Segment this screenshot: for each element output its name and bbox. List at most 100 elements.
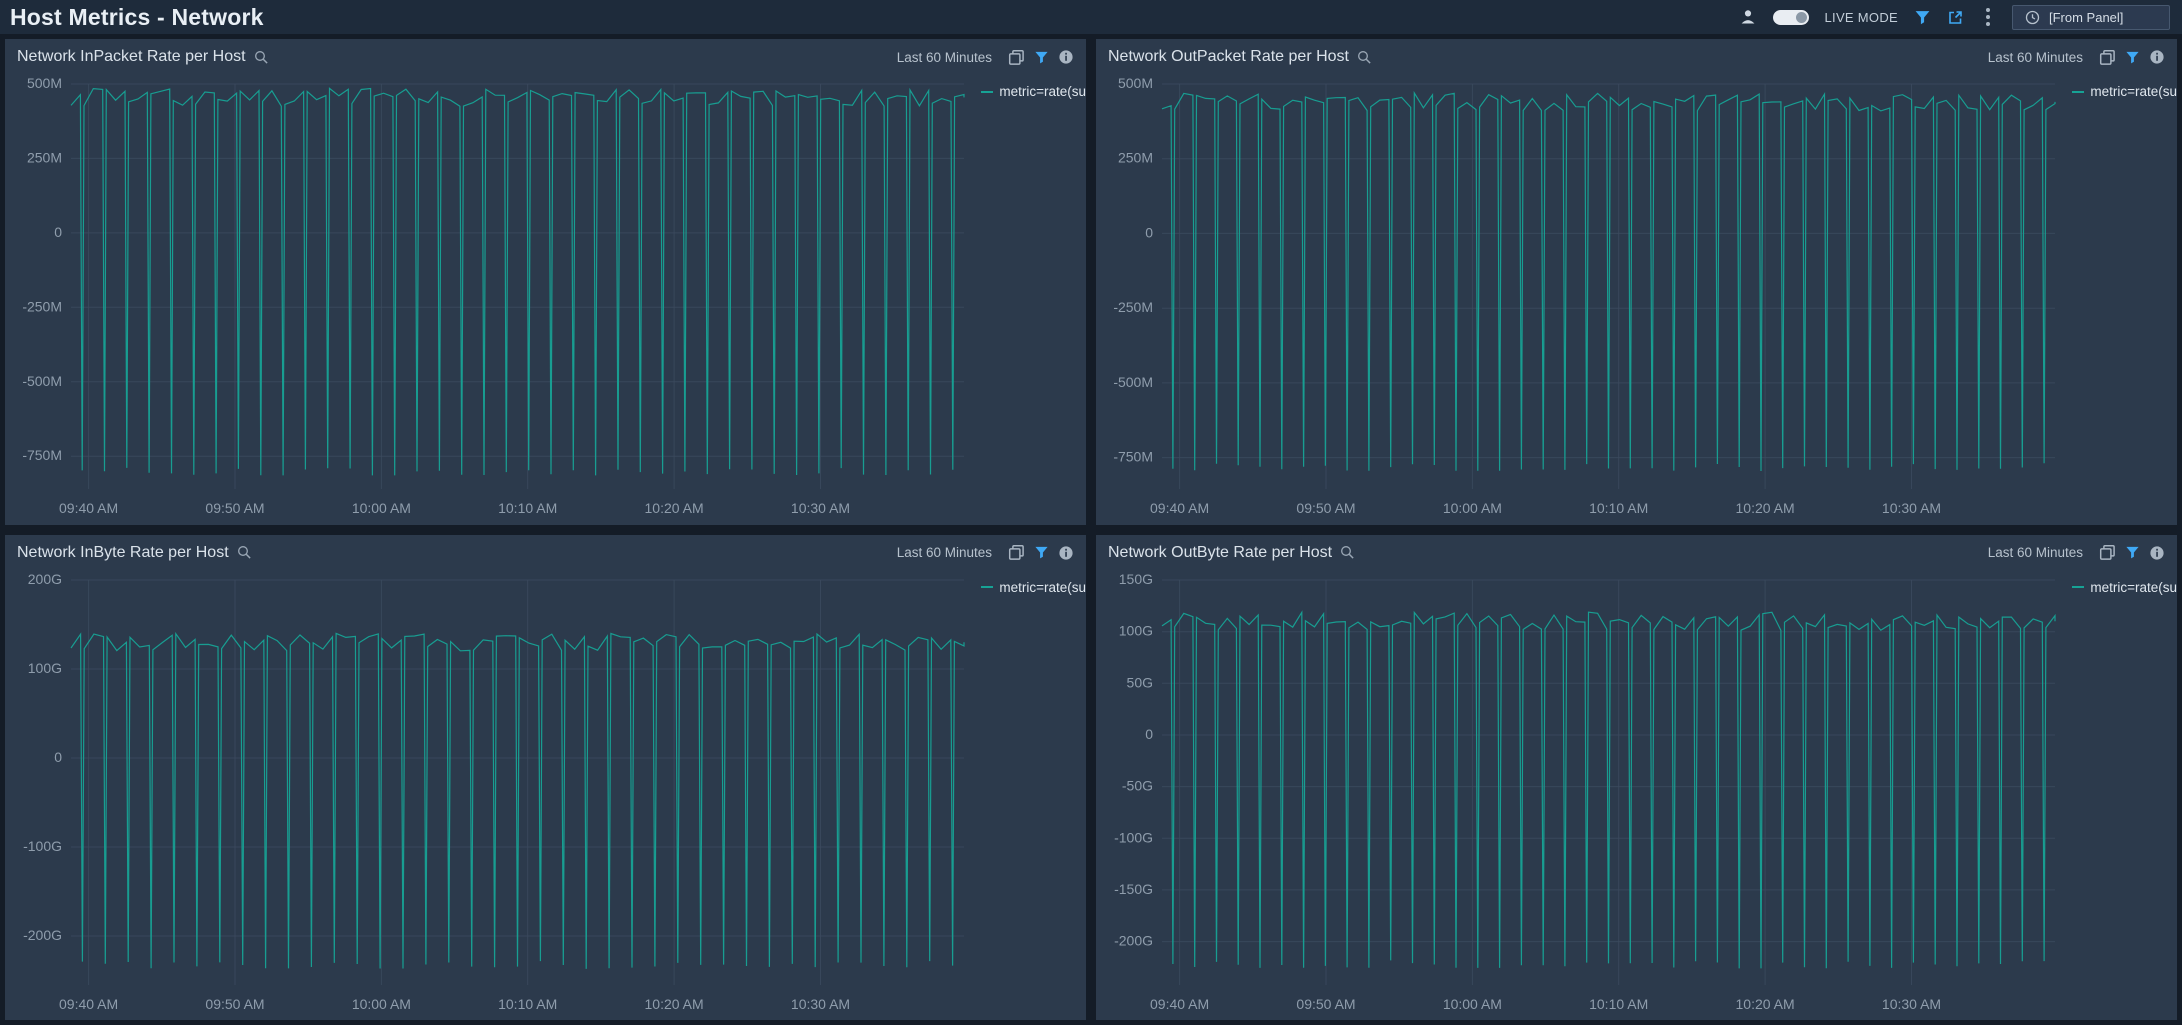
panel-icons <box>1008 49 1074 66</box>
svg-text:-100G: -100G <box>23 838 62 854</box>
user-icon[interactable] <box>1739 8 1757 26</box>
panel-icons <box>2099 544 2165 561</box>
svg-text:10:00 AM: 10:00 AM <box>352 996 411 1012</box>
panel-network-inpacket-rate: Network InPacket Rate per Host Last 60 M… <box>5 39 1086 525</box>
svg-text:-250M: -250M <box>22 298 62 314</box>
panel-header: Network InByte Rate per Host Last 60 Min… <box>5 535 1086 564</box>
svg-text:10:10 AM: 10:10 AM <box>498 500 557 516</box>
legend-label: metric=rate(su <box>999 84 1086 99</box>
svg-text:100G: 100G <box>1119 622 1153 638</box>
zoom-icon[interactable] <box>1340 545 1355 560</box>
chart-network-inpacket[interactable]: 500M250M0-250M-500M-750M09:40 AM09:50 AM… <box>5 68 1086 525</box>
legend-swatch <box>2072 91 2084 93</box>
page-title: Host Metrics - Network <box>10 4 264 31</box>
chart-canvas[interactable]: 150G 100G 50G 0 -50G -100G -150G -200G 09:40 AM 0… <box>1096 564 2177 1021</box>
info-icon[interactable] <box>1058 49 1074 65</box>
svg-text:09:50 AM: 09:50 AM <box>205 500 264 516</box>
svg-text:250M: 250M <box>1118 150 1153 166</box>
svg-text:10:00 AM: 10:00 AM <box>352 500 411 516</box>
copy-panel-icon[interactable] <box>1008 544 1025 561</box>
svg-text:09:50 AM: 09:50 AM <box>1296 500 1355 516</box>
header: Host Metrics - Network LIVE MODE <box>0 0 2182 34</box>
svg-text:-100G: -100G <box>1114 829 1153 845</box>
panel-title: Network InPacket Rate per Host <box>17 48 246 66</box>
svg-text:500M: 500M <box>1118 75 1153 91</box>
svg-text:50G: 50G <box>1127 674 1153 690</box>
svg-text:10:20 AM: 10:20 AM <box>1736 996 1795 1012</box>
svg-text:0: 0 <box>54 224 62 240</box>
filter-icon[interactable] <box>1914 9 1931 26</box>
chart-network-inbyte[interactable]: 200G100G0-100G-200G09:40 AM09:50 AM10:00… <box>5 564 1086 1021</box>
svg-text:10:00 AM: 10:00 AM <box>1443 500 1502 516</box>
svg-text:10:30 AM: 10:30 AM <box>791 996 850 1012</box>
svg-text:0: 0 <box>54 749 62 765</box>
svg-text:-200G: -200G <box>1114 932 1153 948</box>
legend-label: metric=rate(su <box>999 580 1086 595</box>
live-mode-toggle[interactable] <box>1773 10 1809 25</box>
header-actions: LIVE MODE [From Panel] <box>1739 5 2171 30</box>
legend-swatch <box>2072 586 2084 588</box>
time-range-label: [From Panel] <box>2049 10 2123 25</box>
panel-title: Network OutPacket Rate per Host <box>1108 48 1349 66</box>
chart-canvas[interactable]: 500M 250M 0 -250M -500M -750M 09:40 AM 09:50 AM… <box>1096 68 2177 525</box>
copy-panel-icon[interactable] <box>1008 49 1025 66</box>
svg-text:-750M: -750M <box>1113 449 1153 465</box>
svg-text:-500M: -500M <box>22 373 62 389</box>
panel-filter-icon[interactable] <box>2125 545 2140 560</box>
svg-text:09:50 AM: 09:50 AM <box>1296 996 1355 1012</box>
kebab-menu-icon[interactable] <box>1980 6 1996 28</box>
panel-network-outpacket-rate: Network OutPacket Rate per Host Last 60 … <box>1096 39 2177 525</box>
panel-filter-icon[interactable] <box>1034 545 1049 560</box>
panel-network-outbyte-rate: Network OutByte Rate per Host Last 60 Mi… <box>1096 535 2177 1021</box>
zoom-icon[interactable] <box>237 545 252 560</box>
svg-text:10:00 AM: 10:00 AM <box>1443 996 1502 1012</box>
zoom-icon[interactable] <box>254 50 269 65</box>
panel-time-range: Last 60 Minutes <box>897 545 992 560</box>
panel-network-inbyte-rate: Network InByte Rate per Host Last 60 Min… <box>5 535 1086 1021</box>
info-icon[interactable] <box>2149 545 2165 561</box>
svg-text:09:40 AM: 09:40 AM <box>1150 996 1209 1012</box>
svg-text:0: 0 <box>1145 726 1153 742</box>
zoom-icon[interactable] <box>1357 50 1372 65</box>
legend-swatch <box>981 586 993 588</box>
legend[interactable]: metric=rate(su <box>981 580 1086 595</box>
svg-text:150G: 150G <box>1119 571 1153 587</box>
share-icon[interactable] <box>1947 9 1964 26</box>
svg-text:-500M: -500M <box>1113 374 1153 390</box>
svg-text:09:40 AM: 09:40 AM <box>1150 500 1209 516</box>
legend[interactable]: metric=rate(su <box>2072 84 2177 99</box>
legend[interactable]: metric=rate(su <box>981 84 1086 99</box>
toggle-knob <box>1796 12 1807 23</box>
panel-time-range: Last 60 Minutes <box>1988 545 2083 560</box>
svg-text:10:20 AM: 10:20 AM <box>1736 500 1795 516</box>
panel-filter-icon[interactable] <box>1034 50 1049 65</box>
info-icon[interactable] <box>2149 49 2165 65</box>
svg-text:10:20 AM: 10:20 AM <box>645 500 704 516</box>
chart-canvas[interactable]: 200G100G0-100G-200G09:40 AM09:50 AM10:00… <box>5 564 1086 1021</box>
svg-text:-50G: -50G <box>1122 777 1153 793</box>
panel-header: Network OutPacket Rate per Host Last 60 … <box>1096 39 2177 68</box>
svg-text:200G: 200G <box>28 571 62 587</box>
svg-text:-750M: -750M <box>22 447 62 463</box>
chart-network-outbyte[interactable]: 150G 100G 50G 0 -50G -100G -150G -200G 09:40 AM 0… <box>1096 564 2177 1021</box>
legend[interactable]: metric=rate(su <box>2072 580 2177 595</box>
svg-text:-250M: -250M <box>1113 299 1153 315</box>
chart-network-outpacket[interactable]: 500M 250M 0 -250M -500M -750M 09:40 AM 09:50 AM… <box>1096 68 2177 525</box>
svg-text:10:30 AM: 10:30 AM <box>1882 996 1941 1012</box>
panel-filter-icon[interactable] <box>2125 50 2140 65</box>
copy-panel-icon[interactable] <box>2099 544 2116 561</box>
svg-text:10:30 AM: 10:30 AM <box>791 500 850 516</box>
legend-label: metric=rate(su <box>2090 580 2177 595</box>
copy-panel-icon[interactable] <box>2099 49 2116 66</box>
svg-text:10:10 AM: 10:10 AM <box>498 996 557 1012</box>
panel-header: Network InPacket Rate per Host Last 60 M… <box>5 39 1086 68</box>
svg-text:09:40 AM: 09:40 AM <box>59 500 118 516</box>
svg-text:-150G: -150G <box>1114 880 1153 896</box>
live-mode-label: LIVE MODE <box>1825 10 1899 25</box>
svg-text:0: 0 <box>1145 224 1153 240</box>
info-icon[interactable] <box>1058 545 1074 561</box>
time-range-selector[interactable]: [From Panel] <box>2012 5 2170 30</box>
panel-time-range: Last 60 Minutes <box>897 50 992 65</box>
chart-canvas[interactable]: 500M250M0-250M-500M-750M09:40 AM09:50 AM… <box>5 68 1086 525</box>
svg-text:10:10 AM: 10:10 AM <box>1589 500 1648 516</box>
